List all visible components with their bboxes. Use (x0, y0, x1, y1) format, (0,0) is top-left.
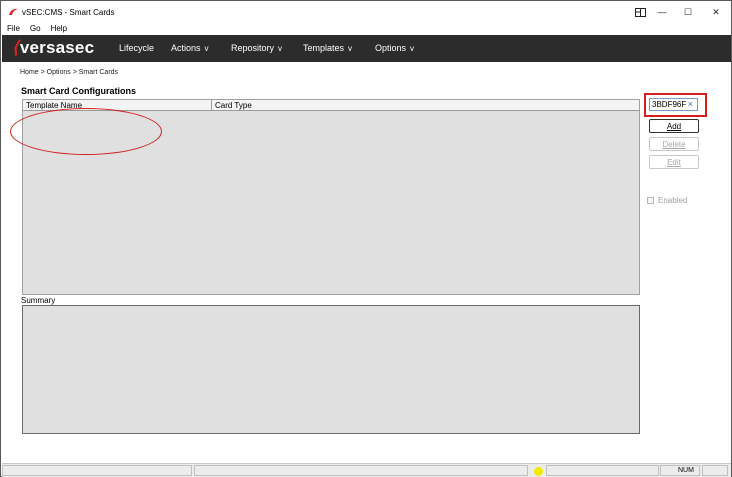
app-logo-icon (9, 8, 18, 15)
close-icon[interactable]: × (688, 99, 693, 109)
page-title: Smart Card Configurations (21, 86, 137, 96)
menu-go[interactable]: Go (30, 24, 41, 33)
window-title: vSEC:CMS - Smart Cards (22, 8, 115, 17)
num-lock-indicator: NUM (660, 465, 700, 476)
chevron-down-icon: v (348, 43, 353, 53)
brand-logo[interactable]: ⟨ versasec (12, 38, 94, 58)
summary-label: Summary (21, 296, 56, 305)
card-atr-chip[interactable]: 3BDF96F × (649, 98, 698, 111)
nav-bar: ⟨ versasec Lifecycle Actions v Repositor… (2, 35, 731, 62)
minimize-button[interactable]: — (649, 2, 675, 22)
menu-help[interactable]: Help (51, 24, 67, 33)
chip-value: 3BDF96F (652, 100, 687, 109)
status-bar: NUM (2, 463, 731, 477)
nav-repository-label: Repository (231, 43, 275, 53)
column-header-card-type[interactable]: Card Type (212, 100, 639, 111)
nav-lifecycle[interactable]: Lifecycle (119, 43, 154, 53)
logo-text: versasec (19, 38, 95, 57)
menu-bar: File Go Help (2, 22, 731, 35)
enabled-checkbox[interactable] (647, 197, 654, 204)
edit-button[interactable]: Edit (649, 155, 699, 169)
logo-swoosh-icon: ⟨ (12, 38, 19, 57)
breadcrumb: Home > Options > Smart Cards (20, 69, 119, 76)
chevron-down-icon: v (410, 43, 415, 53)
enabled-label: Enabled (658, 196, 688, 205)
status-pane-2 (194, 465, 528, 476)
nav-repository[interactable]: Repository v (231, 43, 282, 53)
maximize-button[interactable]: ☐ (675, 2, 701, 22)
status-pane-3 (546, 465, 659, 476)
status-indicator-icon (534, 467, 543, 476)
app-window: vSEC:CMS - Smart Cards — ☐ ✕ File Go Hel… (0, 0, 732, 477)
nav-templates[interactable]: Templates v (303, 43, 352, 53)
title-bar: vSEC:CMS - Smart Cards — ☐ ✕ (2, 2, 731, 22)
close-button[interactable]: ✕ (703, 2, 729, 22)
annotation-ellipse (10, 108, 162, 155)
nav-options[interactable]: Options v (375, 43, 414, 53)
enabled-option[interactable]: Enabled (647, 196, 687, 205)
nav-options-label: Options (375, 43, 407, 53)
status-pane-5 (702, 465, 728, 476)
menu-file[interactable]: File (7, 24, 20, 33)
summary-box (22, 305, 640, 434)
add-button[interactable]: Add (649, 119, 699, 133)
nav-actions[interactable]: Actions v (171, 43, 209, 53)
delete-button[interactable]: Delete (649, 137, 699, 151)
nav-actions-label: Actions (171, 43, 201, 53)
chevron-down-icon: v (278, 43, 283, 53)
nav-templates-label: Templates (303, 43, 345, 53)
nav-lifecycle-label: Lifecycle (119, 43, 155, 53)
chevron-down-icon: v (204, 43, 209, 53)
status-pane-1 (2, 465, 192, 476)
